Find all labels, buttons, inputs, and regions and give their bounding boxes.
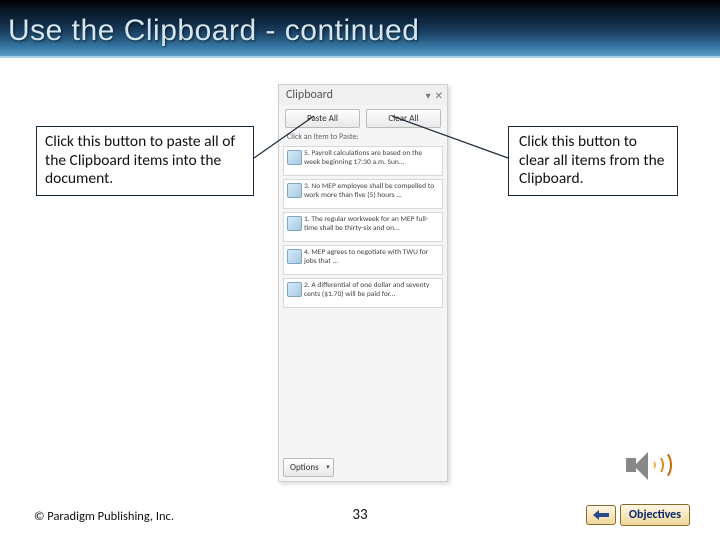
clipboard-pane: Clipboard ▾ ✕ Paste All Clear All Click … xyxy=(278,84,448,482)
clipboard-list: 5. Payroll calculations are based on the… xyxy=(279,146,447,308)
clear-all-button[interactable]: Clear All xyxy=(366,109,441,128)
callout-clear-all: Click this button to clear all items fro… xyxy=(508,126,678,196)
slide-title: Use the Clipboard - continued xyxy=(8,14,419,48)
title-bar: Use the Clipboard - continued xyxy=(0,0,720,58)
objectives-button[interactable]: Objectives xyxy=(620,504,690,526)
audio-icon[interactable] xyxy=(626,448,668,484)
copyright: © Paradigm Publishing, Inc. xyxy=(34,509,174,524)
clipboard-item[interactable]: 1. The regular workweek for an MEP full-… xyxy=(283,212,443,242)
clipboard-header: Clipboard ▾ ✕ xyxy=(279,85,447,105)
close-icon[interactable]: ✕ xyxy=(435,89,443,102)
back-button[interactable] xyxy=(586,505,616,525)
options-button[interactable]: Options xyxy=(283,458,334,477)
clipboard-item[interactable]: 4. MEP agrees to negotiate with TWU for … xyxy=(283,245,443,275)
nav-group: Objectives xyxy=(586,504,690,526)
dropdown-icon[interactable]: ▾ xyxy=(426,89,431,102)
clipboard-item[interactable]: 5. Payroll calculations are based on the… xyxy=(283,146,443,176)
clipboard-header-label: Clipboard xyxy=(286,88,333,102)
callout-paste-all: Click this button to paste all of the Cl… xyxy=(36,126,254,196)
paste-all-button[interactable]: Paste All xyxy=(285,109,360,128)
clipboard-item[interactable]: 2. A differential of one dollar and seve… xyxy=(283,278,443,308)
clipboard-hint: Click an Item to Paste: xyxy=(279,130,447,146)
clipboard-item[interactable]: 3. No MEP employee shall be compelled to… xyxy=(283,179,443,209)
page-number: 33 xyxy=(352,506,367,524)
